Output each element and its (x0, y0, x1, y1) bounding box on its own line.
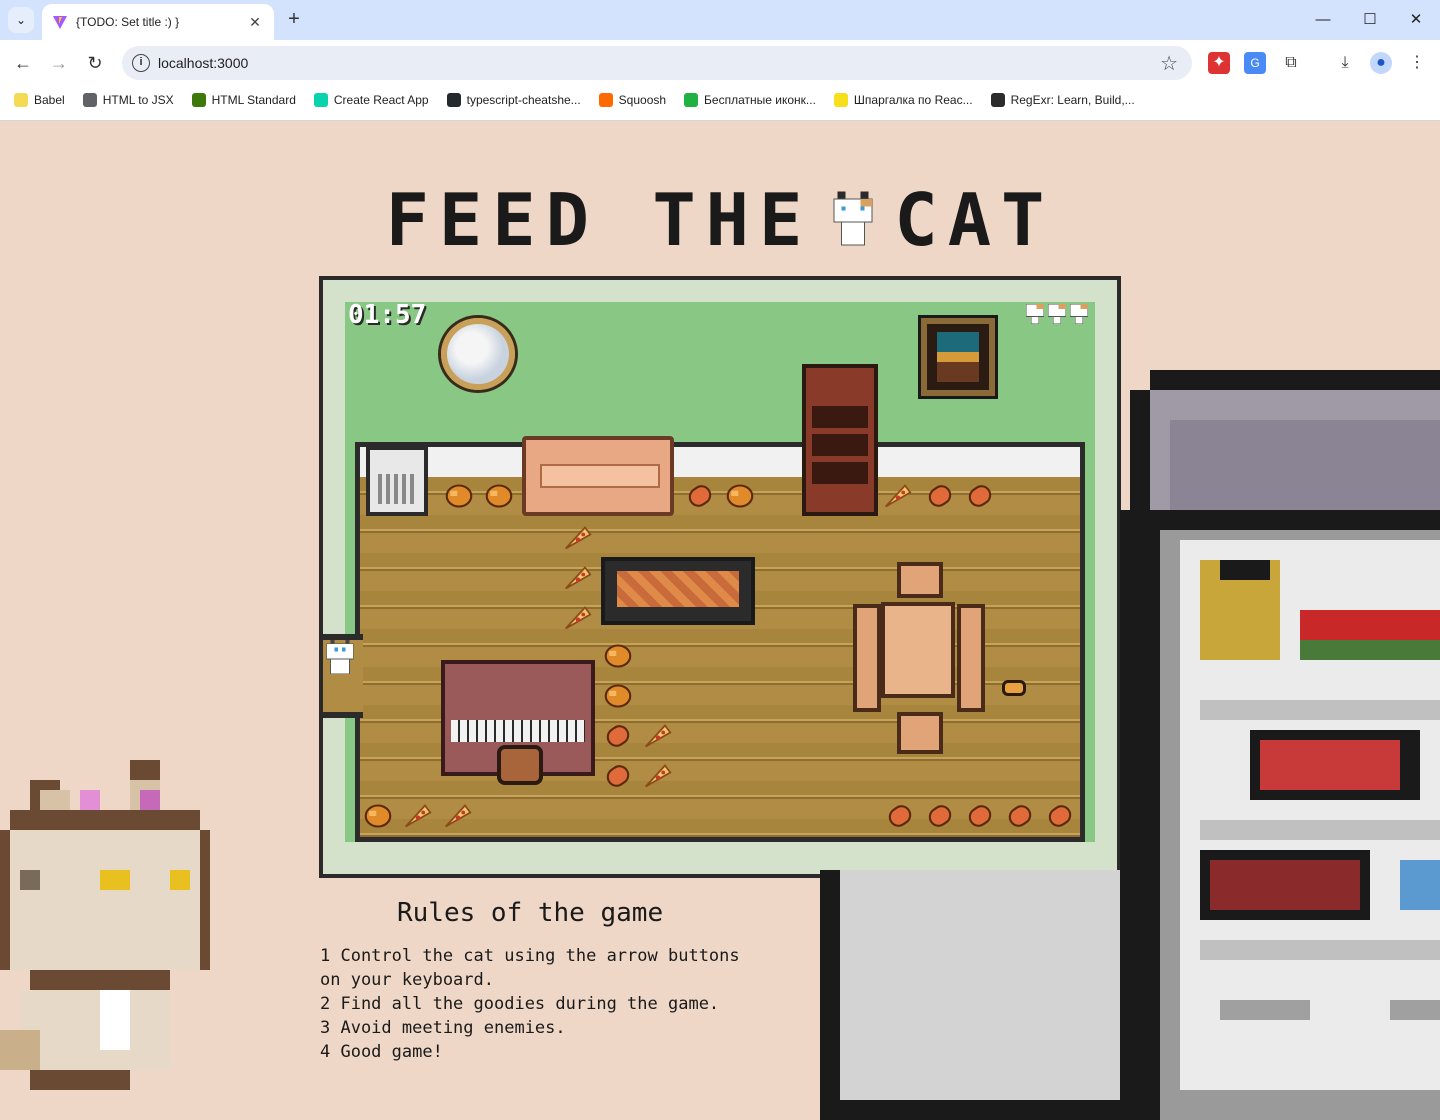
pizza-goodie-icon (565, 566, 592, 590)
close-tab-icon[interactable]: ✕ (246, 14, 264, 31)
bookmark-label: Create React App (333, 93, 429, 107)
whatwg-icon (191, 93, 206, 107)
toolbar: ← → ↻ i localhost:3000 ☆ ✦ G ⧉ ⤓ ● ⋮ (0, 40, 1440, 86)
js-icon (833, 93, 848, 107)
babel-icon (14, 93, 28, 107)
reload-icon[interactable]: ↻ (82, 50, 108, 76)
new-tab-icon[interactable]: + (282, 8, 306, 32)
rule-item: 1 Control the cat using the arrow button… (320, 946, 740, 966)
lives-indicator (1026, 304, 1088, 324)
squoosh-icon (598, 93, 613, 107)
chicken-goodie-icon (485, 484, 513, 508)
decorative-cat-illustration (0, 760, 210, 1090)
cat-logo-icon (833, 191, 874, 246)
player-cat (326, 640, 354, 674)
react-icon (313, 93, 328, 107)
bookmark-label: HTML Standard (211, 93, 296, 107)
chicken-goodie-icon (726, 484, 754, 508)
back-icon[interactable]: ← (10, 50, 36, 76)
page-title: FEED THE CAT (0, 178, 1440, 262)
tab-strip: ⌄ {TODO: Set title :) } ✕ + — ☐ ✕ (0, 0, 1440, 40)
piano-stool (497, 745, 543, 785)
page-title-left: FEED THE (385, 178, 813, 262)
sausage-goodie-icon (606, 725, 630, 747)
chicken-goodie-icon (604, 644, 632, 668)
pizza-goodie-icon (445, 804, 472, 828)
bookmark-label: Бесплатные иконк... (704, 93, 816, 107)
address-bar[interactable]: i localhost:3000 ☆ (122, 46, 1192, 80)
life-cat-icon (1026, 304, 1044, 324)
bookmarks-bar: Babel HTML to JSX HTML Standard Create Reac… (0, 86, 1440, 114)
vite-icon (52, 14, 68, 30)
extensions-puzzle-icon[interactable]: ⧉ (1280, 52, 1302, 74)
chicken-goodie-icon (364, 804, 392, 828)
pizza-goodie-icon (405, 804, 432, 828)
pizza-goodie-icon (565, 606, 592, 630)
rule-item: 3 Avoid meeting enemies. (320, 1018, 566, 1038)
bookmark-label: HTML to JSX (102, 93, 174, 107)
life-cat-icon (1070, 304, 1088, 324)
icons8-icon (684, 93, 699, 107)
rule-item: 2 Find all the goodies during the game. (320, 994, 720, 1014)
translate-icon[interactable]: G (1244, 52, 1266, 74)
sausage-goodie-icon (688, 485, 712, 507)
url-text[interactable]: localhost:3000 (158, 55, 248, 71)
minimize-icon[interactable]: — (1300, 6, 1346, 34)
tab-active[interactable]: {TODO: Set title :) } ✕ (42, 4, 274, 40)
github-icon (446, 93, 461, 107)
browser-chrome: ⌄ {TODO: Set title :) } ✕ + — ☐ ✕ ← → ↻ … (0, 0, 1440, 121)
maximize-icon[interactable]: ☐ (1347, 6, 1393, 34)
bookmark-label: RegExr: Learn, Build,... (1010, 93, 1135, 107)
extension-red-icon[interactable]: ✦ (1208, 52, 1230, 74)
sausage-goodie-icon (606, 765, 630, 787)
bookmark-label: Шпаргалка по Reac... (853, 93, 973, 107)
page-title-right: CAT (894, 178, 1055, 262)
bookmark-item[interactable]: typescript-cheatshe... (446, 93, 581, 107)
tab-search-icon[interactable]: ⌄ (8, 7, 34, 33)
rule-item: 4 Good game! (320, 1042, 443, 1062)
bookmark-item[interactable]: Бесплатные иконк... (684, 93, 816, 107)
pizza-goodie-icon (645, 764, 672, 788)
bookmark-label: Babel (34, 93, 65, 107)
bookmark-item[interactable]: Create React App (313, 93, 429, 107)
close-window-icon[interactable]: ✕ (1393, 6, 1439, 34)
mirror (441, 318, 515, 390)
game-timer: 01:57 (348, 300, 427, 330)
decorative-fridge-illustration (820, 370, 1440, 1120)
radiator (366, 446, 428, 516)
rules-title: Rules of the game (397, 898, 664, 928)
bookmark-item[interactable]: Squoosh (598, 93, 667, 107)
forward-icon[interactable]: → (46, 50, 72, 76)
rule-item: on your keyboard. (320, 970, 494, 990)
regexr-icon (990, 93, 1005, 107)
bookmark-item[interactable]: HTML to JSX (82, 93, 174, 107)
menu-kebab-icon[interactable]: ⋮ (1406, 52, 1428, 74)
pizza-goodie-icon (565, 526, 592, 550)
tab-title: {TODO: Set title :) } (76, 15, 180, 29)
rules-list: 1 Control the cat using the arrow button… (320, 944, 740, 1064)
download-icon[interactable]: ⤓ (1334, 52, 1356, 74)
pizza-goodie-icon (645, 724, 672, 748)
chicken-goodie-icon (604, 684, 632, 708)
sofa (522, 436, 674, 516)
bookmark-item[interactable]: HTML Standard (191, 93, 296, 107)
bookmark-star-icon[interactable]: ☆ (1160, 51, 1178, 76)
bookmark-label: Squoosh (618, 93, 667, 107)
life-cat-icon (1048, 304, 1066, 324)
bookmark-item[interactable]: RegExr: Learn, Build,... (990, 93, 1135, 107)
globe-icon (82, 93, 97, 107)
site-info-icon[interactable]: i (132, 54, 150, 72)
profile-avatar-icon[interactable]: ● (1370, 52, 1392, 74)
bookmark-item[interactable]: Babel (14, 93, 65, 107)
coffee-table (601, 557, 755, 625)
chicken-goodie-icon (445, 484, 473, 508)
bookmark-item[interactable]: Шпаргалка по Reac... (833, 93, 973, 107)
bookmark-label: typescript-cheatshe... (466, 93, 581, 107)
